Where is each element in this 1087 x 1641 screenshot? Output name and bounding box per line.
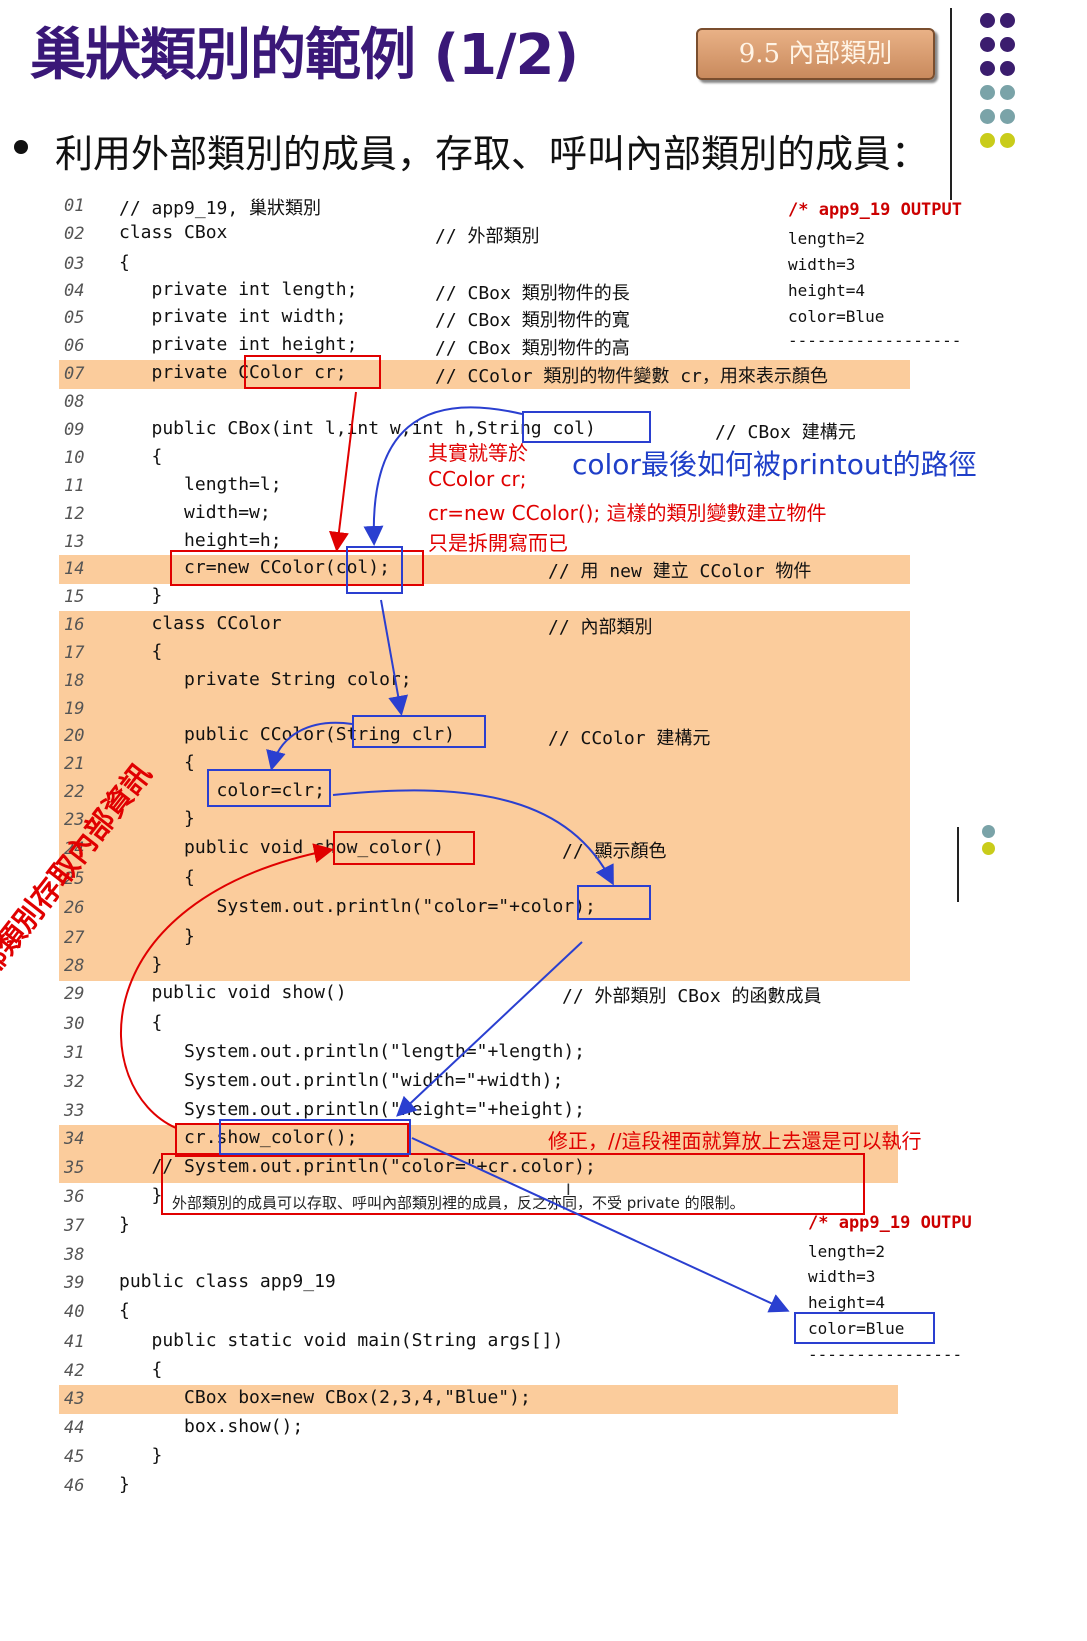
box-string-clr [352, 715, 486, 748]
arrow-outer-access [120, 843, 334, 1129]
annotation-overlay [120, 355, 935, 1344]
arrow-declaration-to-new [329, 391, 357, 552]
box-output-color [794, 1312, 935, 1344]
box-cr-declaration [244, 355, 381, 389]
box-show-color-call-blue [219, 1119, 411, 1155]
box-cr-new [170, 550, 424, 586]
arrow-call-to-output [411, 1137, 790, 1313]
arrow-print-to-call [396, 941, 583, 1117]
arrow-col-to-new [363, 406, 523, 546]
arrow-new-to-clr [380, 599, 409, 716]
box-show-color-def [333, 831, 475, 865]
box-color-print [577, 885, 651, 920]
box-color-assign [207, 769, 331, 807]
arrow-assign-to-print [332, 789, 614, 886]
box-col-arg [346, 546, 403, 594]
arrow-clr-to-assign [266, 721, 353, 771]
box-string-col [522, 411, 651, 443]
box-cr-show-color-call [175, 1123, 409, 1157]
